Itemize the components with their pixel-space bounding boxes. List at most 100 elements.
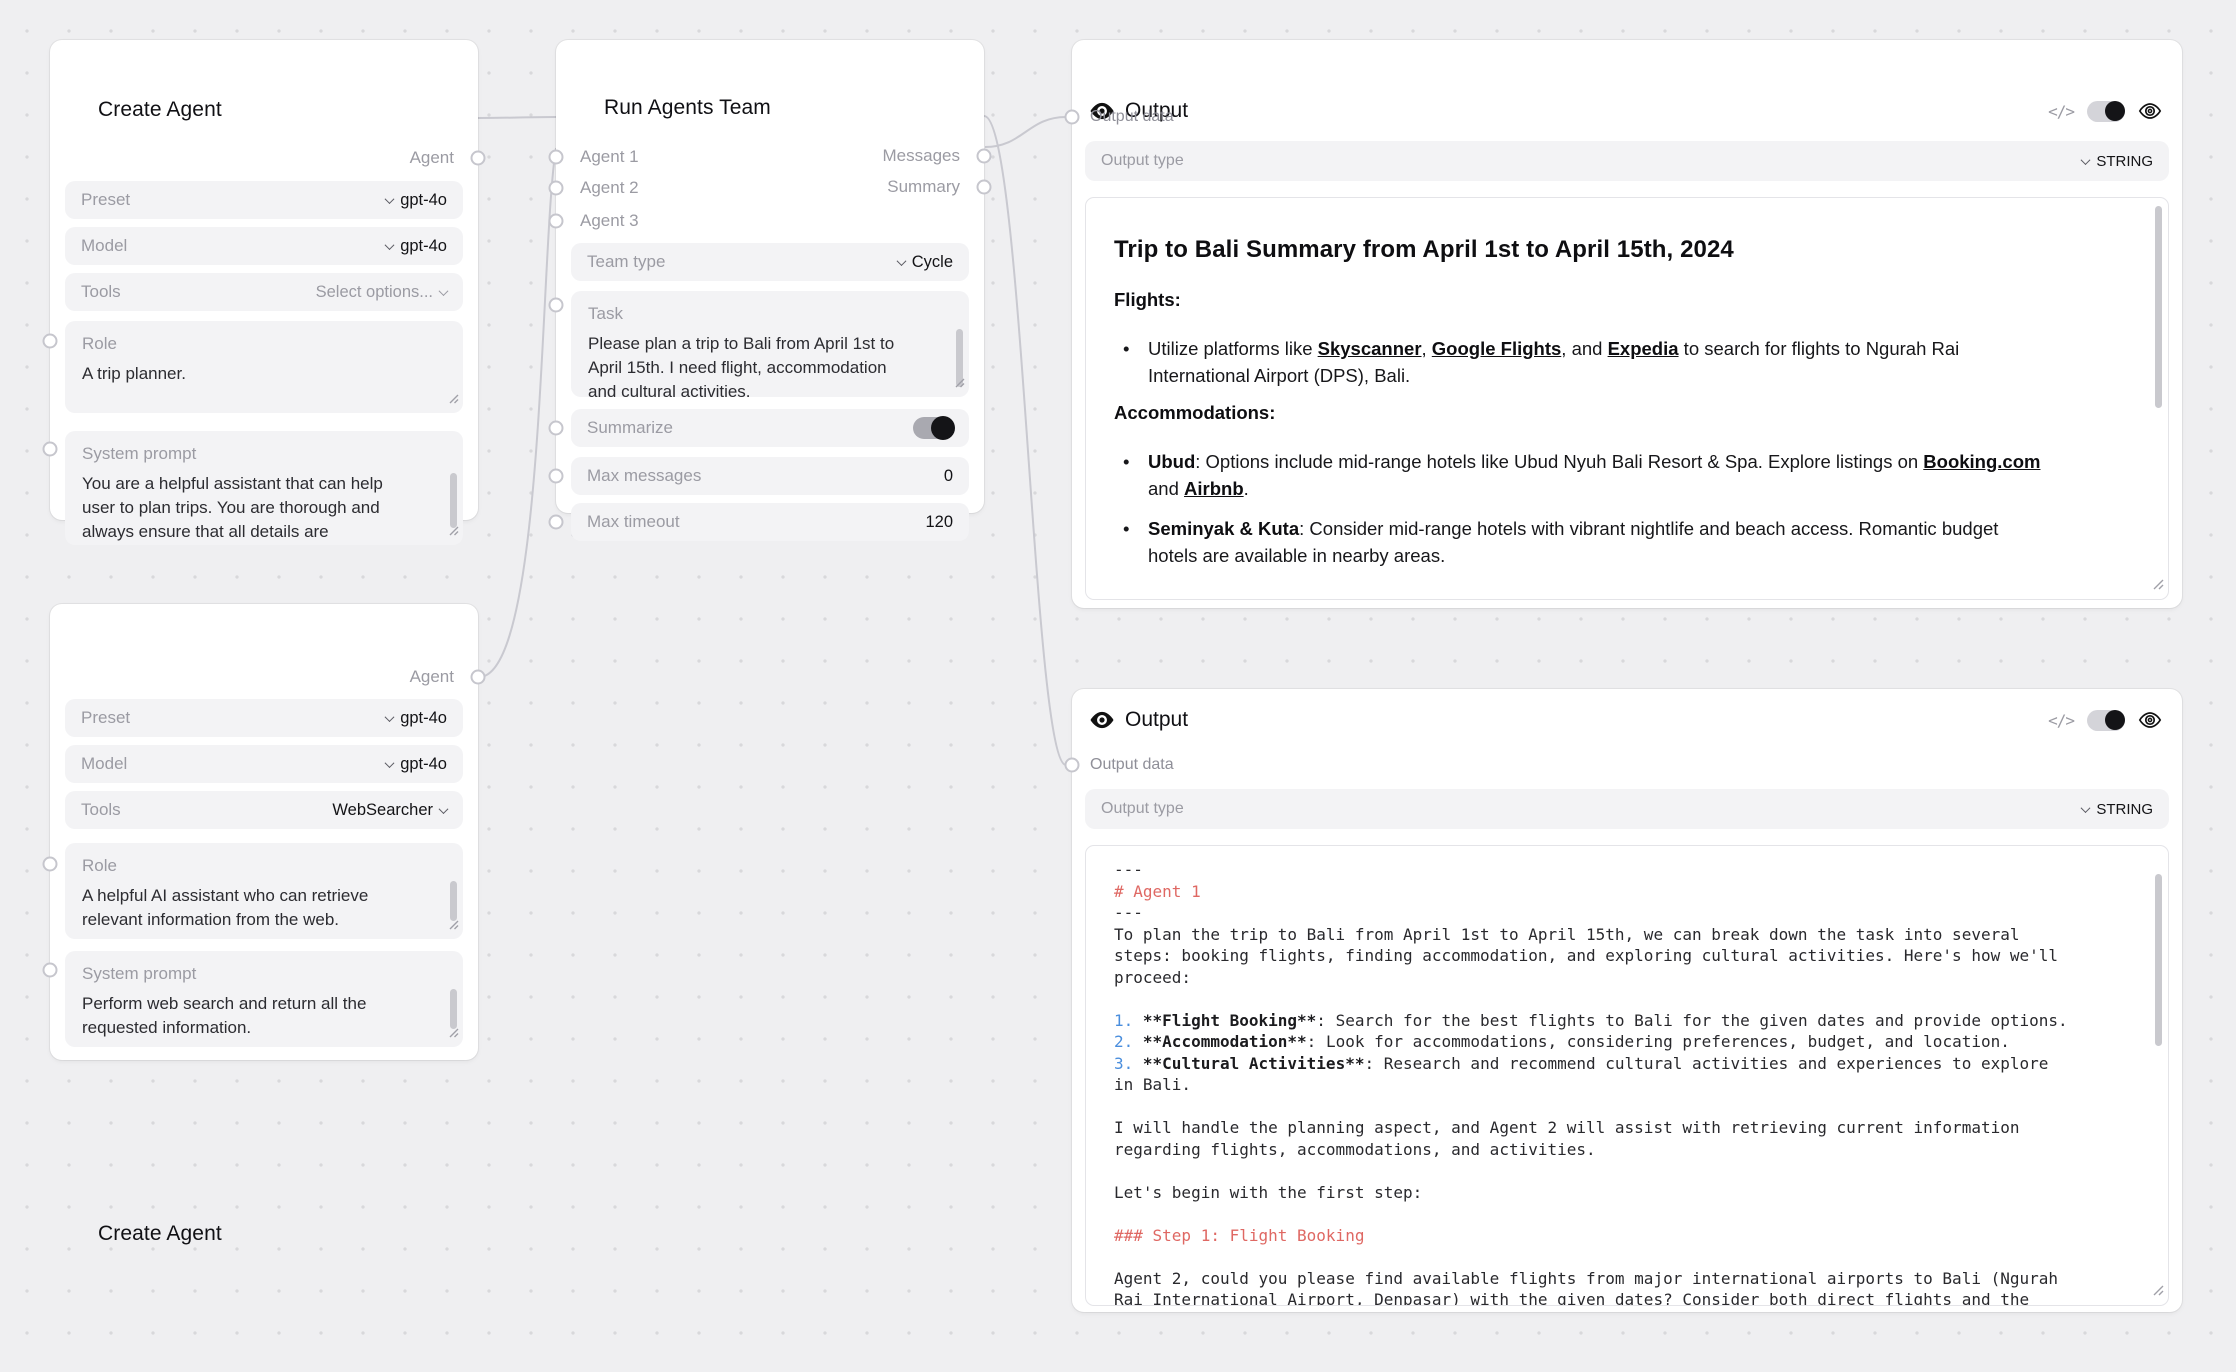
role-textarea[interactable]: Role A trip planner. (65, 321, 463, 413)
console-line: Let's begin with the first step: (1114, 1182, 2142, 1204)
port-label-agent-1: Agent 1 (580, 147, 639, 167)
system-prompt-textarea[interactable]: System prompt You are a helpful assistan… (65, 431, 463, 545)
link[interactable]: Expedia (1608, 338, 1679, 359)
model-select[interactable]: Model gpt-4o (65, 745, 463, 783)
resize-handle-icon[interactable] (448, 917, 459, 935)
max-messages-field[interactable]: Max messages 0 (571, 457, 969, 495)
port-agent-3-input[interactable] (549, 214, 564, 229)
output-content[interactable]: Trip to Bali Summary from April 1st to A… (1085, 197, 2169, 600)
scrollbar-thumb[interactable] (2155, 206, 2162, 408)
port-role-input[interactable] (43, 857, 58, 872)
summarize-label: Summarize (587, 418, 673, 438)
port-system-prompt-input[interactable] (43, 963, 58, 978)
markdown-heading: Accommodations: (1114, 402, 2140, 424)
node-output-1[interactable]: Output </> Output data Output type STRIN… (1072, 40, 2182, 608)
port-agent-output[interactable] (471, 670, 486, 685)
resize-handle-icon[interactable] (2152, 1283, 2164, 1301)
tools-select[interactable]: Tools WebSearcher (65, 791, 463, 829)
summarize-toggle[interactable] (913, 417, 953, 439)
port-agent-1-input[interactable] (549, 150, 564, 165)
connection-wire[interactable] (479, 148, 556, 677)
model-label: Model (81, 236, 127, 256)
max-timeout-value: 120 (925, 513, 953, 532)
console-line: regarding flights, accommodations, and a… (1114, 1139, 2142, 1161)
chevron-down-icon (439, 804, 449, 814)
visibility-toggle[interactable] (2087, 101, 2125, 122)
node-output-2[interactable]: Output </> Output data Output type STRIN… (1072, 689, 2182, 1312)
system-prompt-textarea[interactable]: System prompt Perform web search and ret… (65, 951, 463, 1047)
console-line (1114, 1096, 2142, 1118)
output-type-value: STRING (2096, 801, 2153, 818)
scrollbar-thumb[interactable] (450, 989, 457, 1029)
preset-select[interactable]: Preset gpt-4o (65, 699, 463, 737)
resize-handle-icon[interactable] (2152, 577, 2164, 595)
link[interactable]: Skyscanner (1318, 338, 1422, 359)
team-type-select[interactable]: Team type Cycle (571, 243, 969, 281)
connection-wire[interactable] (984, 116, 1066, 765)
scrollbar-thumb[interactable] (450, 881, 457, 921)
resize-handle-icon[interactable] (448, 523, 459, 541)
role-label: Role (82, 856, 446, 876)
resize-handle-icon[interactable] (448, 391, 459, 409)
text: , (1422, 338, 1432, 359)
connection-wire[interactable] (478, 117, 556, 118)
model-value: gpt-4o (400, 755, 447, 774)
tools-label: Tools (81, 282, 121, 302)
link[interactable]: Airbnb (1184, 478, 1244, 499)
node-title: Create Agent (98, 98, 222, 122)
output-content[interactable]: ---# Agent 1---To plan the trip to Bali … (1085, 845, 2169, 1306)
console-line: steps: booking flights, finding accommod… (1114, 945, 2142, 967)
markdown-content: Trip to Bali Summary from April 1st to A… (1086, 198, 2168, 600)
console-line (1114, 988, 2142, 1010)
preset-label: Preset (81, 708, 130, 728)
preset-select[interactable]: Preset gpt-4o (65, 181, 463, 219)
role-text: A helpful AI assistant who can retrieve … (82, 884, 412, 932)
code-view-icon[interactable]: </> (2048, 711, 2074, 730)
console-line: ### Step 1: Flight Booking (1114, 1225, 2142, 1247)
resize-handle-icon[interactable] (954, 375, 965, 393)
output-type-select[interactable]: Output type STRING (1085, 141, 2169, 181)
task-textarea[interactable]: Task Please plan a trip to Bali from Apr… (571, 291, 969, 397)
model-select[interactable]: Model gpt-4o (65, 227, 463, 265)
port-summary-output[interactable] (977, 180, 992, 195)
port-agent-output[interactable] (471, 151, 486, 166)
node-create-agent-1[interactable]: Create Agent Agent Preset gpt-4o Model g… (50, 40, 478, 520)
link[interactable]: Google Flights (1432, 338, 1562, 359)
text: , and (1561, 338, 1607, 359)
max-timeout-field[interactable]: Max timeout 120 (571, 503, 969, 541)
port-task-input[interactable] (549, 298, 564, 313)
code-view-icon[interactable]: </> (2048, 102, 2074, 121)
eye-icon[interactable] (2138, 708, 2162, 732)
markdown-bullet: •Ubud: Options include mid-range hotels … (1114, 448, 2140, 502)
tools-placeholder: Select options... (316, 283, 433, 302)
console-line (1114, 1246, 2142, 1268)
port-summarize-input[interactable] (549, 421, 564, 436)
port-max-messages-input[interactable] (549, 469, 564, 484)
link[interactable]: Booking.com (1923, 451, 2040, 472)
toggle-knob (2105, 710, 2125, 730)
node-create-agent-2[interactable]: Create Agent Agent Preset gpt-4o Model g… (50, 604, 478, 1060)
port-output-data-input[interactable] (1065, 110, 1080, 125)
team-type-value: Cycle (912, 253, 953, 272)
port-messages-output[interactable] (977, 149, 992, 164)
output-type-select[interactable]: Output type STRING (1085, 789, 2169, 829)
port-label-output-data: Output data (1090, 756, 1174, 774)
text: and (1148, 478, 1184, 499)
resize-handle-icon[interactable] (448, 1025, 459, 1043)
scrollbar-thumb[interactable] (2155, 874, 2162, 1046)
eye-icon[interactable] (2138, 99, 2162, 123)
tools-select[interactable]: Tools Select options... (65, 273, 463, 311)
role-textarea[interactable]: Role A helpful AI assistant who can retr… (65, 843, 463, 939)
port-max-timeout-input[interactable] (549, 515, 564, 530)
port-agent-2-input[interactable] (549, 181, 564, 196)
visibility-toggle[interactable] (2087, 710, 2125, 731)
node-run-agents-team[interactable]: Run Agents Team Agent 1 Agent 2 Agent 3 … (556, 40, 984, 513)
system-prompt-text: Perform web search and return all the re… (82, 992, 412, 1040)
flow-canvas[interactable]: { "colors": { "accent_red": "#df6863", "… (0, 0, 2236, 1372)
port-system-prompt-input[interactable] (43, 442, 58, 457)
scrollbar-thumb[interactable] (450, 473, 457, 528)
port-output-data-input[interactable] (1065, 758, 1080, 773)
port-role-input[interactable] (43, 334, 58, 349)
output-type-value: STRING (2096, 153, 2153, 170)
console-line: Agent 2, could you please find available… (1114, 1268, 2142, 1290)
